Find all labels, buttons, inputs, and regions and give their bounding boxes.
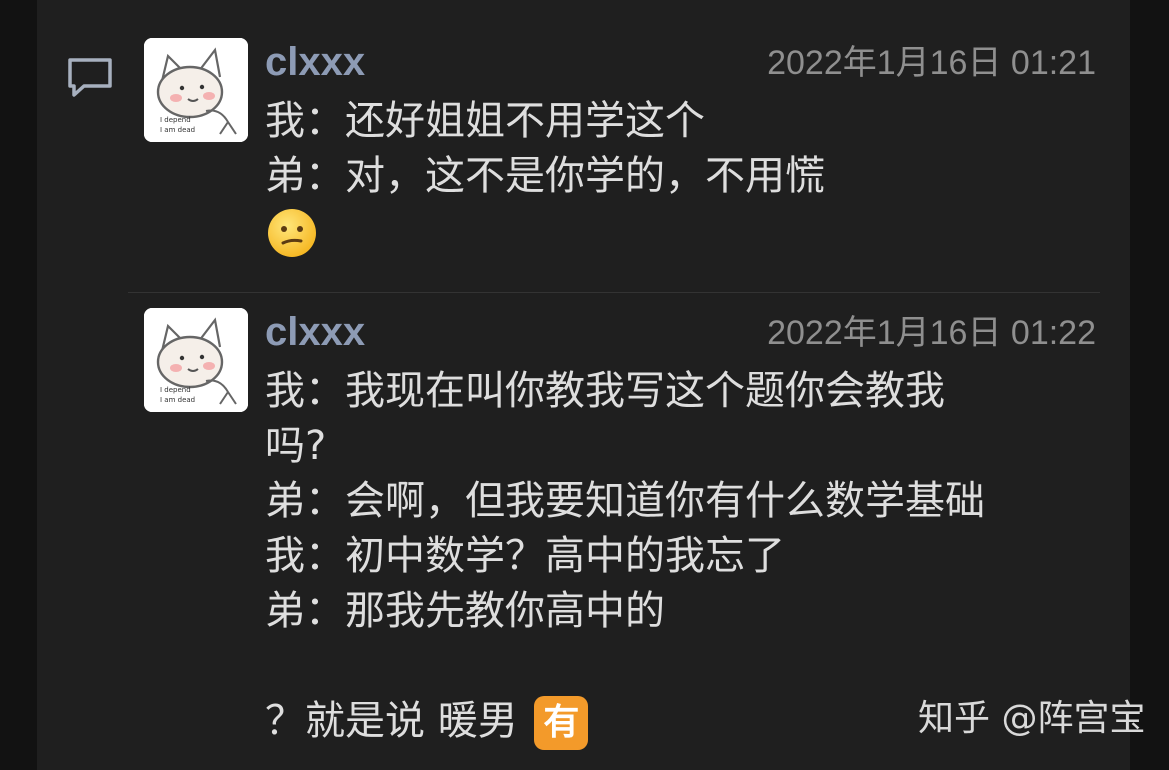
message-line: 我：初中数学？高中的我忘了	[265, 533, 785, 579]
message-line: 弟：会啊，但我要知道你有什么数学基础	[265, 478, 985, 524]
avatar[interactable]: I depend I am dead	[144, 38, 248, 142]
message-line: 弟：对，这不是你学的，不用慌	[265, 153, 825, 199]
message-line: 我：我现在叫你教我写这个题你会教我	[265, 368, 945, 414]
watermark: 知乎 @阵宫宝	[918, 698, 1146, 739]
divider	[128, 292, 1100, 293]
username[interactable]: clxxx	[265, 38, 365, 86]
comment-icon[interactable]	[66, 56, 114, 100]
svg-text:I depend: I depend	[160, 386, 191, 394]
badge: 有	[534, 696, 589, 750]
timestamp: 2022年1月16日 01:21	[767, 44, 1096, 82]
svg-text:I am dead: I am dead	[160, 126, 195, 134]
message-line: ？就是说 暖男	[265, 698, 518, 744]
avatar[interactable]: I depend I am dead	[144, 308, 248, 412]
message-line: 我：还好姐姐不用学这个	[265, 98, 705, 144]
message-text: 我：还好姐姐不用学这个 弟：对，这不是你学的，不用慌	[265, 94, 1105, 260]
confused-face-emoji	[265, 204, 1105, 260]
svg-text:I depend: I depend	[160, 116, 191, 124]
timestamp: 2022年1月16日 01:22	[767, 314, 1096, 352]
svg-text:I am dead: I am dead	[160, 396, 195, 404]
message-text: 我：我现在叫你教我写这个题你会教我 吗? 弟：会啊，但我要知道你有什么数学基础 …	[265, 364, 1105, 750]
screen: I depend I am dead clxxx 2022年1月16日 01:2…	[0, 0, 1169, 770]
message-line: 弟：那我先教你高中的	[265, 588, 665, 634]
message-line: 吗?	[265, 423, 327, 469]
username[interactable]: clxxx	[265, 308, 365, 356]
